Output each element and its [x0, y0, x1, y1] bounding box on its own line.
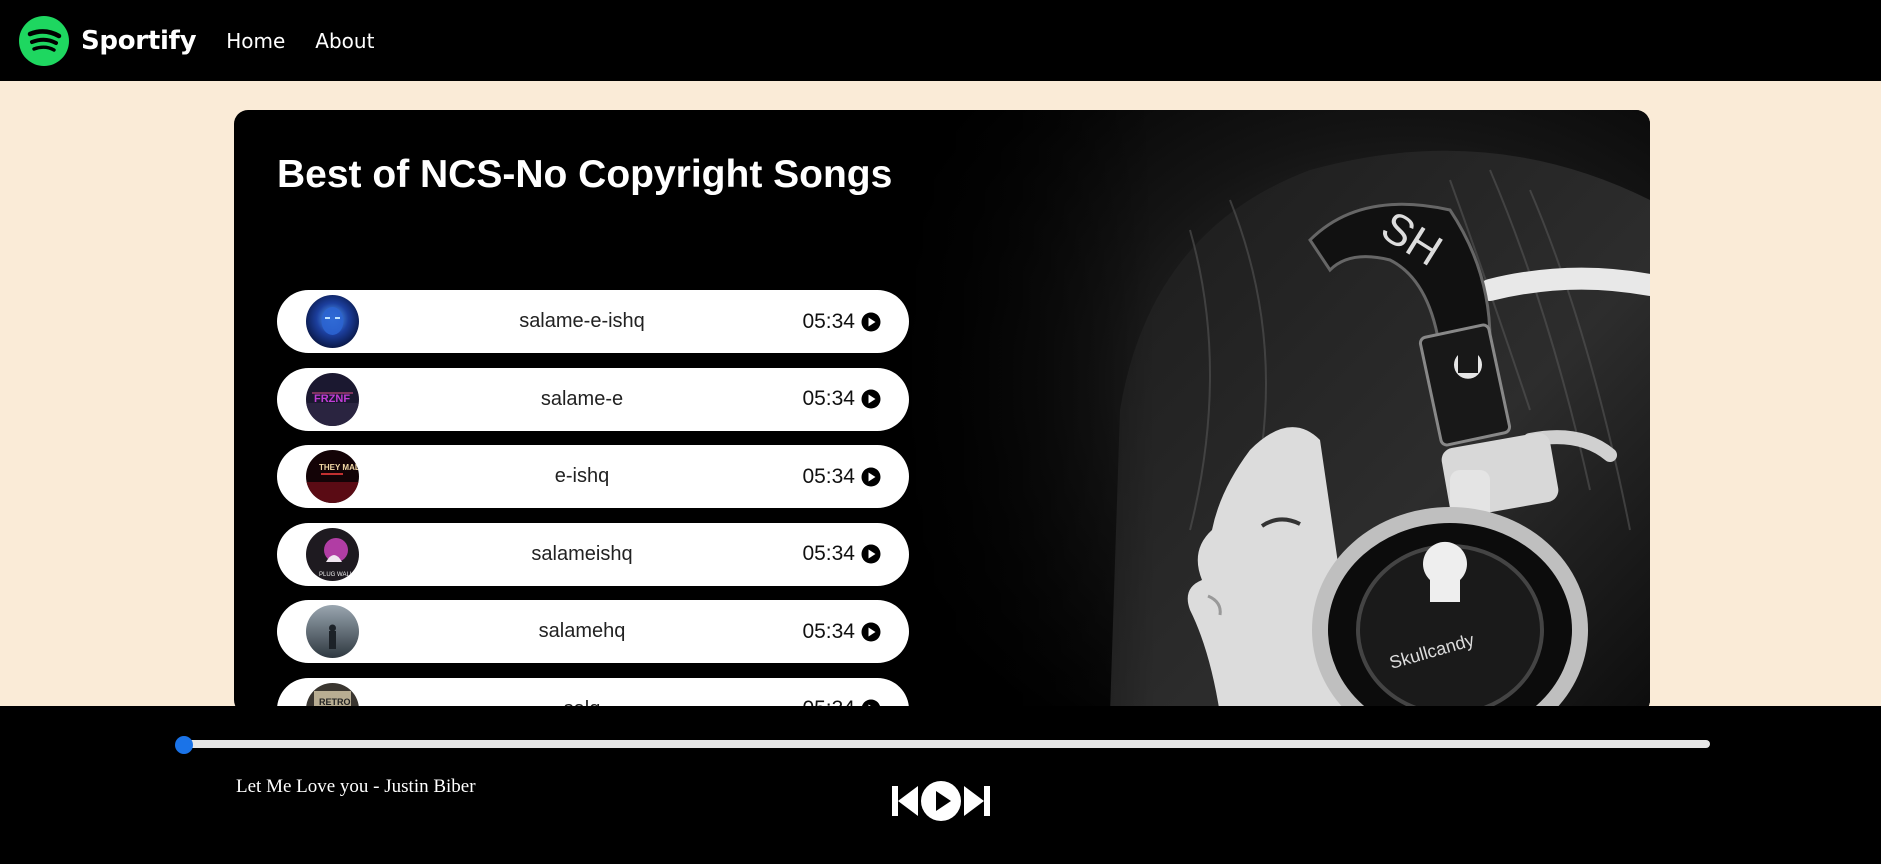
song-item[interactable]: FRZNF salame-e 05:34 [277, 367, 909, 431]
song-item[interactable]: salame-e-ishq 05:34 [277, 290, 909, 353]
next-icon[interactable] [962, 784, 992, 818]
playlist-container: SH Skullcandy Best of NCS-No Copyright S… [234, 110, 1650, 714]
play-icon[interactable] [920, 780, 962, 822]
song-item[interactable]: salamehq 05:34 [277, 600, 909, 663]
song-name: salamehq [538, 620, 626, 642]
player-bar: Let Me Love you - Justin Biber [0, 706, 1881, 864]
play-circle-icon[interactable] [861, 622, 881, 642]
song-duration: 05:34 [802, 309, 855, 333]
play-circle-icon[interactable] [861, 467, 881, 487]
headphones-background-image: SH Skullcandy [890, 110, 1650, 714]
brand-name: Sportify [81, 25, 197, 56]
song-duration: 05:34 [802, 542, 855, 565]
song-list: salame-e-ishq 05:34 FRZNF salame-e 05:34 [277, 290, 909, 714]
song-name: salameishq [531, 542, 633, 565]
logo[interactable]: Sportify [19, 15, 197, 66]
progress-bar[interactable] [183, 740, 1710, 748]
svg-text:PLUG WALK: PLUG WALK [319, 572, 354, 578]
now-playing-info: Let Me Love you - Justin Biber [236, 776, 476, 797]
playback-controls [890, 780, 992, 822]
nav-link-home[interactable]: Home [226, 29, 285, 53]
song-item[interactable]: THEY MAD e-ishq 05:34 [277, 445, 909, 508]
navbar: Sportify Home About [0, 0, 1881, 81]
play-circle-icon[interactable] [861, 312, 881, 332]
song-name: salame-e-ishq [519, 310, 645, 332]
song-duration: 05:34 [802, 387, 855, 410]
song-item[interactable]: PLUG WALK salameishq 05:34 [277, 522, 909, 586]
nav-link-about[interactable]: About [315, 29, 374, 53]
previous-icon[interactable] [890, 784, 920, 818]
progress-slider-thumb[interactable] [175, 736, 193, 754]
song-name: e-ishq [554, 465, 610, 487]
play-circle-icon[interactable] [861, 544, 881, 564]
spotify-logo-icon [19, 15, 69, 66]
song-name: salame-e [540, 387, 624, 410]
play-circle-icon[interactable] [861, 389, 881, 409]
song-duration: 05:34 [802, 619, 855, 643]
song-duration: 05:34 [802, 464, 855, 488]
playlist-title: Best of NCS-No Copyright Songs [277, 153, 893, 196]
